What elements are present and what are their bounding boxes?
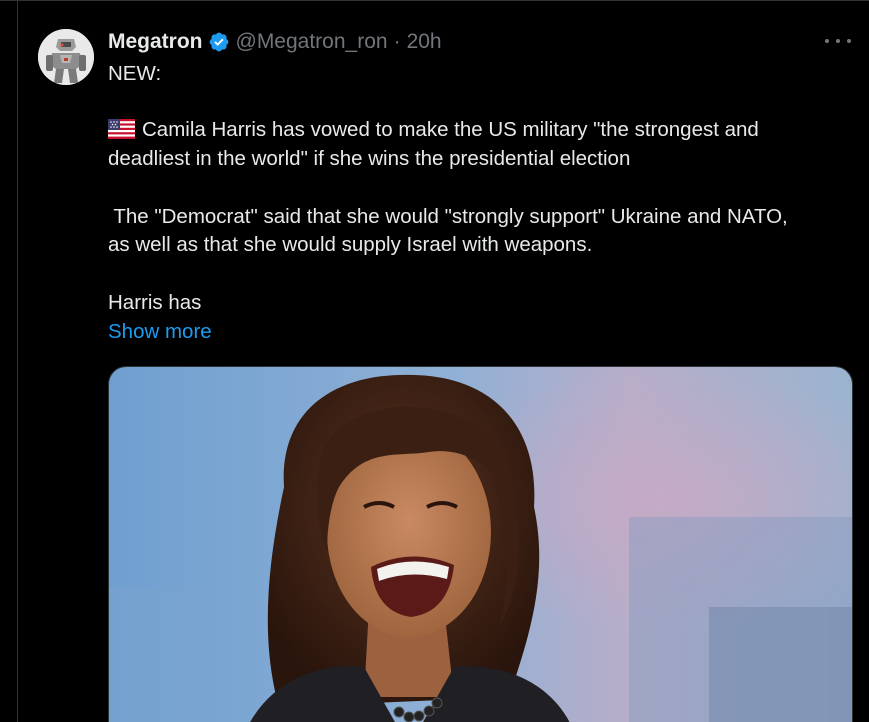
show-more-link[interactable]: Show more (108, 318, 212, 346)
divider (17, 0, 18, 722)
tweet-header: Megatron @Megatron_ron · 20h (108, 28, 442, 56)
separator-dot: · (393, 30, 401, 53)
more-dot (836, 39, 840, 43)
author-name[interactable]: Megatron (108, 30, 203, 54)
tweet-media-image[interactable] (108, 366, 853, 722)
timestamp[interactable]: 20h (407, 30, 442, 54)
tweet-text-line: The "Democrat" said that she would "stro… (108, 205, 788, 228)
divider (0, 0, 869, 1)
photo-smiling-woman (109, 367, 852, 722)
more-horizontal-icon[interactable] (825, 30, 851, 52)
verified-badge-icon[interactable] (208, 31, 230, 53)
robot-avatar-icon (38, 29, 94, 85)
author-handle[interactable]: @Megatron_ron (236, 30, 388, 54)
tweet-text-line: deadliest in the world" if she wins the … (108, 147, 631, 170)
more-dot (847, 39, 851, 43)
tweet-text-segment: Camila Harris has vowed to make the US m… (142, 118, 759, 141)
more-dot (825, 39, 829, 43)
tweet-container[interactable]: Megatron @Megatron_ron · 20h NEW: Camila… (0, 0, 869, 722)
tweet-text-line: Camila Harris has vowed to make the US m… (108, 116, 759, 144)
tweet-text-line: NEW: (108, 62, 162, 85)
avatar[interactable] (38, 29, 94, 85)
us-flag-icon (108, 119, 135, 139)
tweet-text-line: Harris has (108, 291, 202, 314)
tweet-text-line: as well as that she would supply Israel … (108, 233, 593, 256)
